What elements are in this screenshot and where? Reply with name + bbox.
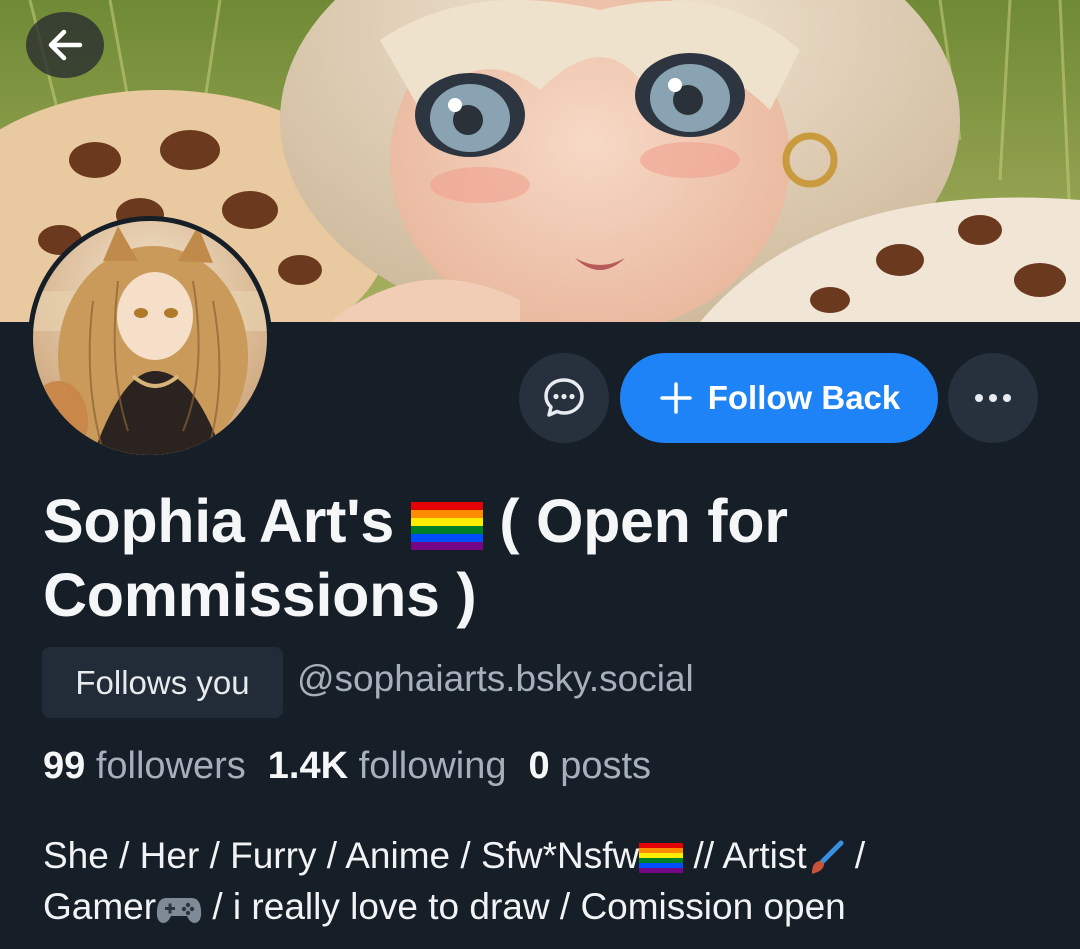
followers-label: followers	[95, 745, 246, 787]
message-button[interactable]	[519, 353, 609, 443]
profile-stats: 99 followers 1.4K following 0 posts	[43, 745, 673, 788]
user-handle: @sophaiarts.bsky.social	[297, 658, 694, 699]
chat-bubble-icon	[544, 378, 584, 417]
followers-count: 99	[43, 745, 86, 787]
rainbow-flag-icon	[639, 843, 684, 874]
follows-you-badge: Follows you	[42, 647, 283, 718]
following-stat[interactable]: 1.4K following	[268, 745, 507, 788]
posts-label: posts	[560, 745, 652, 787]
posts-stat: 0 posts	[529, 745, 652, 788]
rainbow-flag-icon	[410, 501, 483, 550]
bio-line1-b: // Artist	[683, 835, 807, 876]
back-button[interactable]	[26, 12, 104, 78]
game-controller-icon	[156, 898, 202, 924]
follows-you-label: Follows you	[75, 663, 250, 701]
bio-line2-b: / i really love to draw / Comission open	[202, 886, 846, 927]
plus-icon	[659, 382, 692, 414]
profile-page: Follow Back Sophia Art's ( Open for Comm…	[0, 0, 1080, 949]
bio-line2-a: Gamer	[43, 886, 157, 927]
bio-line1-a: She / Her / Furry / Anime / Sfw*Nsfw	[43, 835, 640, 876]
avatar[interactable]	[28, 216, 272, 460]
profile-bio: She / Her / Furry / Anime / Sfw*Nsfw // …	[43, 830, 1053, 932]
posts-count: 0	[528, 745, 550, 787]
arrow-left-icon	[48, 29, 83, 61]
ellipsis-icon	[975, 394, 1011, 402]
following-label: following	[358, 745, 507, 787]
display-name-part3: Commissions )	[43, 561, 477, 629]
bio-line1-c: /	[844, 835, 866, 876]
display-name-part2: ( Open for	[499, 487, 788, 555]
follow-back-button[interactable]: Follow Back	[620, 353, 938, 443]
followers-stat[interactable]: 99 followers	[43, 745, 246, 788]
display-name-part1: Sophia Art's	[43, 487, 394, 555]
paintbrush-icon	[811, 840, 844, 874]
follow-back-label: Follow Back	[707, 379, 901, 416]
more-options-button[interactable]	[948, 353, 1038, 443]
display-name: Sophia Art's ( Open for Commissions )	[43, 484, 1043, 632]
following-count: 1.4K	[267, 745, 349, 787]
